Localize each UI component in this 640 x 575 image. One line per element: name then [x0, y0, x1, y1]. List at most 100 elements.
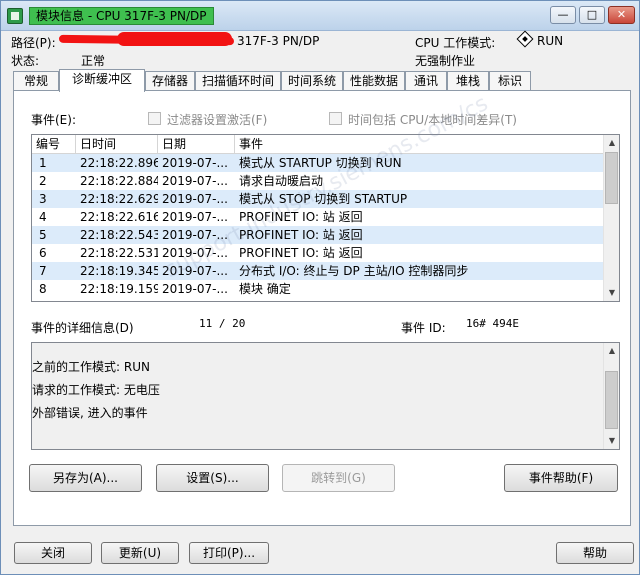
refresh-button[interactable]: 更新(U)	[101, 542, 179, 564]
column-header-date[interactable]: 日期	[158, 135, 235, 154]
tab-identification[interactable]: 标识	[489, 71, 531, 91]
row-number: 8	[39, 282, 47, 296]
row-time: 22:18:22.531	[80, 246, 158, 260]
settings-button[interactable]: 设置(S)...	[156, 464, 269, 492]
scrollbar-thumb[interactable]	[605, 152, 618, 204]
event-counter: 11 / 20	[199, 317, 246, 330]
status-label: 状态:	[11, 54, 40, 68]
events-label: 事件(E):	[31, 113, 76, 127]
row-time: 22:18:22.543	[80, 228, 158, 242]
help-button[interactable]: 帮助	[556, 542, 634, 564]
filter-checkbox-label: 过滤器设置激活(F)	[167, 113, 268, 127]
row-time: 22:18:22.616	[80, 210, 158, 224]
close-button[interactable]: 关闭	[14, 542, 92, 564]
details-scrollbar[interactable]: ▲ ▼	[603, 343, 619, 449]
close-window-button[interactable]: ✕	[608, 6, 635, 24]
print-button[interactable]: 打印(P)...	[189, 542, 269, 564]
row-date: 2019-07-...	[162, 210, 228, 224]
module-icon	[7, 8, 23, 24]
row-date: 2019-07-...	[162, 228, 228, 242]
tab-memory[interactable]: 存储器	[145, 71, 195, 91]
row-event: PROFINET IO: 站 返回	[239, 246, 363, 260]
row-time: 22:18:22.896	[80, 156, 158, 170]
tab-scan-cycle-time[interactable]: 扫描循环时间	[195, 71, 281, 91]
table-row[interactable]: 1 22:18:22.896 2019-07-... 模式从 STARTUP 切…	[32, 154, 605, 172]
run-mode-icon	[516, 30, 534, 48]
row-time: 22:18:22.884	[80, 174, 158, 188]
row-event: PROFINET IO: 站 返回	[239, 210, 363, 224]
row-date: 2019-07-...	[162, 192, 228, 206]
detail-line: 请求的工作模式: 无电压	[32, 383, 160, 397]
row-time: 22:18:19.159	[80, 282, 158, 296]
row-number: 3	[39, 192, 47, 206]
force-status: 无强制作业	[415, 54, 476, 68]
row-event: 模块 确定	[239, 282, 291, 296]
scroll-down-icon[interactable]: ▼	[604, 433, 619, 449]
tab-bar: 常规 诊断缓冲区 存储器 扫描循环时间 时间系统 性能数据 通讯 堆栈 标识	[13, 69, 631, 92]
time-diff-checkbox[interactable]	[329, 112, 342, 125]
path-label: 路径(P):	[11, 36, 56, 50]
row-event: 分布式 I/O: 终止与 DP 主站/IO 控制器同步	[239, 264, 469, 278]
scroll-up-icon[interactable]: ▲	[604, 135, 619, 151]
column-header-time[interactable]: 日时间	[76, 135, 158, 154]
time-diff-checkbox-label: 时间包括 CPU/本地时间差异(T)	[348, 113, 517, 127]
row-event: 请求自动暖启动	[239, 174, 324, 188]
row-number: 2	[39, 174, 47, 188]
redaction-mark-stroke	[58, 34, 235, 46]
tab-performance-data[interactable]: 性能数据	[343, 71, 405, 91]
window-title: 模块信息 - CPU 317F-3 PN/DP	[29, 7, 214, 25]
table-row[interactable]: 2 22:18:22.884 2019-07-... 请求自动暖启动	[32, 172, 605, 190]
goto-button[interactable]: 跳转到(G)	[282, 464, 395, 492]
row-event: PROFINET IO: 站 返回	[239, 228, 363, 242]
filter-checkbox[interactable]	[148, 112, 161, 125]
row-date: 2019-07-...	[162, 174, 228, 188]
table-row[interactable]: 3 22:18:22.629 2019-07-... 模式从 STOP 切换到 …	[32, 190, 605, 208]
row-number: 6	[39, 246, 47, 260]
row-date: 2019-07-...	[162, 246, 228, 260]
scrollbar-thumb[interactable]	[605, 371, 618, 429]
tab-general[interactable]: 常规	[13, 71, 59, 91]
event-id-value: 16# 494E	[466, 317, 519, 330]
row-event: 模式从 STARTUP 切换到 RUN	[239, 156, 402, 170]
tab-time-system[interactable]: 时间系统	[281, 71, 343, 91]
minimize-button[interactable]: —	[550, 6, 576, 24]
table-row[interactable]: 8 22:18:19.159 2019-07-... 模块 确定	[32, 280, 605, 298]
cpu-mode-value: RUN	[537, 34, 564, 48]
tab-communication[interactable]: 通讯	[405, 71, 447, 91]
row-date: 2019-07-...	[162, 264, 228, 278]
tab-diagnostic-buffer[interactable]: 诊断缓冲区	[59, 69, 145, 92]
event-list-header: 编号 日时间 日期 事件	[32, 135, 605, 154]
maximize-button[interactable]: □	[579, 6, 605, 24]
table-row[interactable]: 5 22:18:22.543 2019-07-... PROFINET IO: …	[32, 226, 605, 244]
event-list[interactable]: 编号 日时间 日期 事件 1 22:18:22.896 2019-07-... …	[31, 134, 620, 302]
scroll-up-icon[interactable]: ▲	[604, 343, 619, 359]
event-id-label: 事件 ID:	[401, 321, 446, 335]
row-date: 2019-07-...	[162, 282, 228, 296]
column-header-event[interactable]: 事件	[235, 135, 605, 154]
row-event: 模式从 STOP 切换到 STARTUP	[239, 192, 408, 206]
save-as-button[interactable]: 另存为(A)...	[29, 464, 142, 492]
row-number: 5	[39, 228, 47, 242]
details-label: 事件的详细信息(D)	[31, 321, 134, 335]
path-value: 317F-3 PN/DP	[237, 34, 320, 48]
status-value: 正常	[81, 54, 106, 68]
row-time: 22:18:19.345	[80, 264, 158, 278]
event-help-button[interactable]: 事件帮助(F)	[504, 464, 618, 492]
row-date: 2019-07-...	[162, 156, 228, 170]
detail-line: 外部错误, 进入的事件	[32, 406, 148, 420]
tab-stack[interactable]: 堆栈	[447, 71, 489, 91]
column-header-number[interactable]: 编号	[32, 135, 76, 154]
cpu-mode-label: CPU 工作模式:	[415, 36, 496, 50]
event-list-scrollbar[interactable]: ▲ ▼	[603, 135, 619, 301]
event-details-box[interactable]: 之前的工作模式: RUN 请求的工作模式: 无电压 外部错误, 进入的事件 ▲ …	[31, 342, 620, 450]
table-row[interactable]: 6 22:18:22.531 2019-07-... PROFINET IO: …	[32, 244, 605, 262]
row-number: 1	[39, 156, 47, 170]
detail-line: 之前的工作模式: RUN	[32, 360, 150, 374]
scroll-down-icon[interactable]: ▼	[604, 285, 619, 301]
table-row[interactable]: 7 22:18:19.345 2019-07-... 分布式 I/O: 终止与 …	[32, 262, 605, 280]
title-bar[interactable]: 模块信息 - CPU 317F-3 PN/DP — □ ✕	[1, 1, 639, 31]
row-number: 4	[39, 210, 47, 224]
row-number: 7	[39, 264, 47, 278]
row-time: 22:18:22.629	[80, 192, 158, 206]
table-row[interactable]: 4 22:18:22.616 2019-07-... PROFINET IO: …	[32, 208, 605, 226]
